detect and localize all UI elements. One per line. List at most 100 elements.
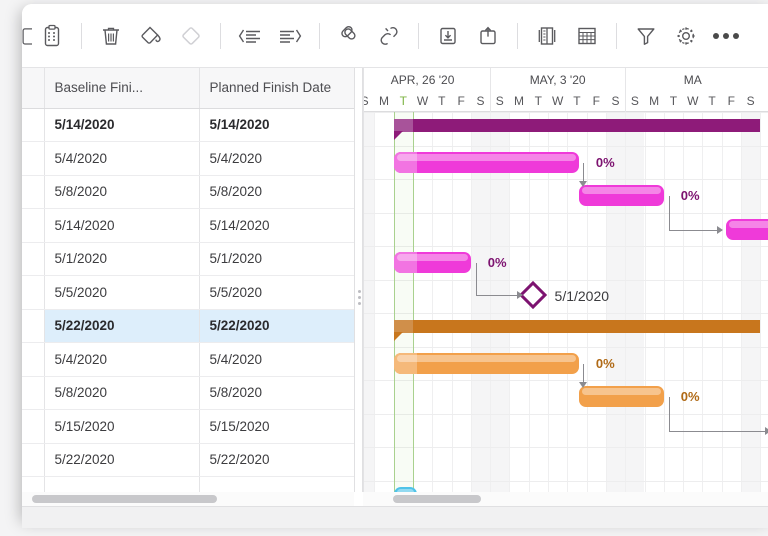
timeline-row-gridline (364, 346, 768, 348)
cell-baseline-finish[interactable]: 5/4/2020 (44, 342, 200, 377)
table-row[interactable]: 5/22/2020 5/22/2020 (22, 309, 354, 343)
row-stub-cell[interactable] (22, 242, 45, 276)
cell-planned-finish[interactable]: 5/1/2020 (199, 242, 354, 276)
cell-baseline-finish[interactable]: 5/4/2020 (44, 141, 200, 176)
table-row[interactable]: 5/22/2020 5/22/2020 (22, 443, 354, 477)
gantt-chart[interactable]: APR, 26 '20MAY, 3 '20MA SMTWTFSSMTWTFSSM… (363, 68, 768, 492)
table-row[interactable]: 5/15/2020 5/15/2020 (22, 409, 354, 444)
pane-splitter[interactable] (354, 68, 363, 492)
more-options-icon[interactable] (706, 16, 746, 56)
milestone-date-label: 5/1/2020 (554, 287, 610, 304)
gantt-scroll-thumb[interactable] (393, 495, 481, 503)
link-task-icon[interactable] (329, 16, 369, 56)
timeline-body[interactable]: 0% 0% 0% 5/1/2020 0% 0% (364, 112, 768, 492)
milestone-diamond-icon[interactable] (518, 280, 547, 309)
cell-empty[interactable] (44, 476, 200, 492)
cell-planned-finish[interactable]: 5/4/2020 (199, 141, 354, 176)
row-stub-cell[interactable] (22, 342, 45, 377)
filter-funnel-icon[interactable] (626, 16, 666, 56)
export-upload-icon[interactable] (468, 16, 508, 56)
diamond-milestone-icon[interactable] (171, 16, 211, 56)
cell-planned-finish[interactable]: 5/4/2020 (199, 342, 354, 377)
cell-planned-finish[interactable]: 5/14/2020 (199, 108, 354, 142)
row-stub-cell[interactable] (22, 309, 45, 343)
timeline-week-row: APR, 26 '20 MAY, 3 '20 MA (364, 68, 768, 90)
column-header-planned-finish[interactable]: Planned Finish Date (199, 68, 354, 109)
dependency-link (582, 363, 585, 383)
task-data-grid[interactable]: Baseline Fini... Planned Finish Date 5/1… (22, 68, 354, 492)
task-bar-gloss (581, 187, 661, 194)
indent-icon[interactable] (270, 16, 310, 56)
cell-baseline-finish[interactable]: 5/14/2020 (44, 108, 200, 142)
gantt-horizontal-scrollbar[interactable] (363, 492, 768, 506)
timeline-row-gridline (364, 279, 768, 281)
row-stub-cell[interactable] (22, 141, 45, 176)
table-row[interactable]: 5/8/2020 5/8/2020 (22, 175, 354, 209)
cell-baseline-finish[interactable]: 5/5/2020 (44, 275, 200, 310)
gantt-summary-bar[interactable] (393, 320, 761, 333)
cell-baseline-finish[interactable]: 5/15/2020 (44, 409, 200, 444)
table-row[interactable]: 5/14/2020 5/14/2020 (22, 208, 354, 243)
cell-planned-finish[interactable]: 5/15/2020 (199, 409, 354, 444)
gantt-summary-bar[interactable] (393, 119, 761, 132)
gantt-task-bar[interactable] (393, 252, 471, 273)
gantt-task-bar[interactable] (393, 352, 579, 374)
cell-planned-finish[interactable]: 5/5/2020 (199, 275, 354, 310)
cell-baseline-finish[interactable]: 5/22/2020 (44, 443, 200, 477)
row-stub-cell[interactable] (22, 175, 45, 209)
cell-planned-finish[interactable]: 5/14/2020 (199, 208, 354, 243)
table-row[interactable]: 5/14/2020 5/14/2020 (22, 108, 354, 142)
copy-partial-icon[interactable] (22, 16, 32, 56)
outdent-icon[interactable] (230, 16, 270, 56)
cell-baseline-finish[interactable]: 5/8/2020 (44, 376, 200, 410)
timeline-day-label: T (669, 94, 678, 108)
cell-empty[interactable] (22, 476, 45, 492)
import-download-icon[interactable] (428, 16, 468, 56)
gantt-task-bar[interactable] (578, 386, 664, 407)
cell-planned-finish[interactable]: 5/22/2020 (199, 309, 354, 343)
trash-delete-icon[interactable] (91, 16, 131, 56)
table-row[interactable]: 5/5/2020 5/5/2020 (22, 275, 354, 310)
highlight-fill-icon[interactable] (131, 16, 171, 56)
timeline-day-label: M (649, 94, 660, 108)
column-header-baseline-finish[interactable]: Baseline Fini... (44, 68, 200, 109)
table-row-blank[interactable] (22, 476, 354, 492)
settings-gear-icon[interactable] (666, 16, 706, 56)
clipboard-paste-icon[interactable] (32, 16, 72, 56)
cell-planned-finish[interactable]: 5/22/2020 (199, 443, 354, 477)
cell-baseline-finish[interactable]: 5/8/2020 (44, 175, 200, 209)
table-row[interactable]: 5/4/2020 5/4/2020 (22, 342, 354, 377)
grid-horizontal-scrollbar[interactable] (22, 492, 354, 506)
table-row[interactable]: 5/4/2020 5/4/2020 (22, 141, 354, 176)
row-stub-cell[interactable] (22, 409, 45, 444)
cell-empty[interactable] (199, 476, 354, 492)
unlink-task-icon[interactable] (369, 16, 409, 56)
row-stub-cell[interactable] (22, 108, 45, 142)
row-stub-cell[interactable] (22, 376, 45, 410)
cell-baseline-finish[interactable]: 5/14/2020 (44, 208, 200, 243)
columns-layout-icon[interactable] (527, 16, 567, 56)
cell-planned-finish[interactable]: 5/8/2020 (199, 376, 354, 410)
table-row[interactable]: 5/1/2020 5/1/2020 (22, 242, 354, 276)
gantt-task-bar[interactable] (578, 185, 664, 206)
timeline-day-label: W (416, 94, 429, 108)
grid-scroll-thumb[interactable] (32, 495, 217, 503)
timeline-day-label: T (708, 94, 716, 108)
timeline-day-label: S (630, 94, 639, 108)
cell-baseline-finish[interactable]: 5/22/2020 (44, 309, 200, 343)
gantt-task-bar[interactable] (393, 151, 579, 173)
dependency-arrow-icon (579, 181, 588, 187)
table-row[interactable]: 5/8/2020 5/8/2020 (22, 376, 354, 410)
dependency-link (668, 430, 768, 432)
row-stub-cell[interactable] (22, 443, 45, 477)
column-header-stub[interactable] (22, 68, 45, 109)
splitter-grip-icon[interactable] (358, 290, 361, 305)
summary-bar-body (393, 119, 761, 132)
row-stub-cell[interactable] (22, 275, 45, 310)
table-grid-icon[interactable] (567, 16, 607, 56)
gantt-task-bar[interactable] (725, 218, 768, 240)
cell-planned-finish[interactable]: 5/8/2020 (199, 175, 354, 209)
cell-baseline-finish[interactable]: 5/1/2020 (44, 242, 200, 276)
timeline-column-gridline (741, 112, 742, 492)
row-stub-cell[interactable] (22, 208, 45, 243)
